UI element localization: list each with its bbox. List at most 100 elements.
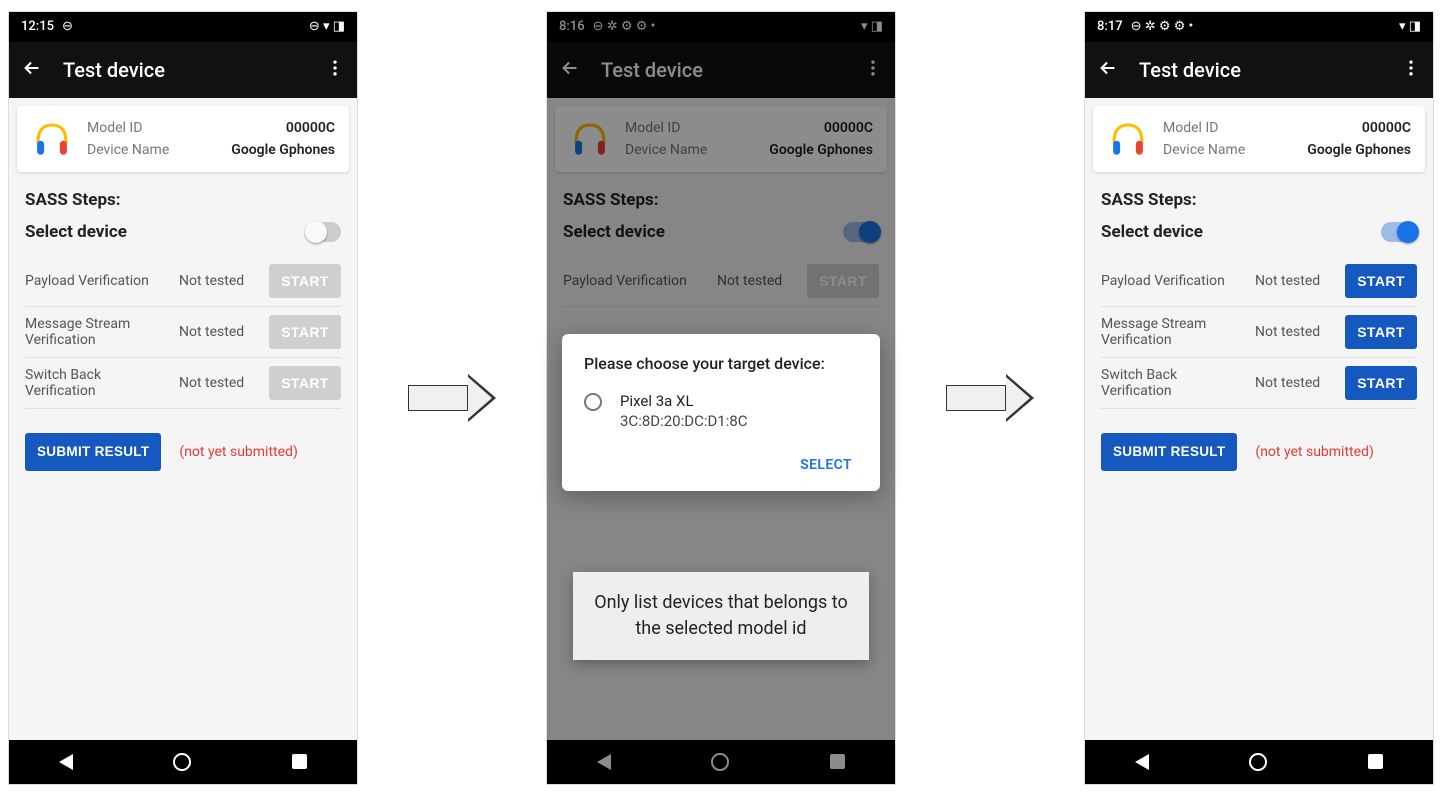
- flow-arrow: [408, 374, 496, 422]
- status-left-icons: ⊖ ✲ ⚙ ⚙ •: [593, 19, 656, 34]
- step-name: Payload Verification: [563, 273, 707, 289]
- more-icon[interactable]: [325, 58, 345, 82]
- app-bar: Test device: [9, 42, 357, 98]
- status-right-icons: ⊖ ▾ ◨: [309, 19, 345, 34]
- model-id-label: Model ID: [625, 120, 680, 136]
- select-device-label: Select device: [1101, 222, 1203, 242]
- step-name: Payload Verification: [25, 273, 169, 289]
- step-row: Message Stream Verification Not tested S…: [25, 307, 341, 358]
- step-status: Not tested: [179, 375, 259, 391]
- page-title: Test device: [1139, 58, 1241, 82]
- step-status: Not tested: [1255, 324, 1335, 340]
- choose-device-dialog: Please choose your target device: Pixel …: [562, 334, 880, 492]
- nav-bar: [9, 740, 357, 784]
- step-row: Switch Back Verification Not tested STAR…: [25, 358, 341, 409]
- back-icon[interactable]: [1097, 57, 1119, 83]
- nav-back-icon[interactable]: [59, 754, 73, 770]
- device-name-label: Device Name: [625, 142, 707, 158]
- more-icon[interactable]: [863, 58, 883, 82]
- device-card[interactable]: Model ID 00000C Device Name Google Gphon…: [555, 106, 887, 172]
- status-right-icons: ▾ ◨: [1399, 19, 1421, 34]
- step-list: Payload Verification Not tested START Me…: [1085, 256, 1433, 409]
- start-button[interactable]: START: [1345, 366, 1417, 400]
- select-device-row: Select device: [547, 218, 895, 256]
- nav-home-icon[interactable]: [173, 753, 191, 771]
- device-name-label: Device Name: [87, 142, 169, 158]
- dialog-title: Please choose your target device:: [584, 354, 858, 373]
- section-title: SASS Steps:: [9, 180, 357, 218]
- model-id-value: 00000C: [286, 120, 335, 136]
- headphones-icon: [569, 118, 611, 160]
- phone-screen-3: 8:17 ⊖ ✲ ⚙ ⚙ • ▾ ◨ Test device Model ID …: [1084, 11, 1434, 785]
- nav-back-icon[interactable]: [1135, 754, 1149, 770]
- step-name: Switch Back Verification: [25, 367, 169, 399]
- status-bar: 8:17 ⊖ ✲ ⚙ ⚙ • ▾ ◨: [1085, 12, 1433, 42]
- nav-recent-icon[interactable]: [830, 754, 845, 769]
- nav-home-icon[interactable]: [1249, 753, 1267, 771]
- select-device-toggle[interactable]: [843, 222, 879, 242]
- back-icon[interactable]: [21, 57, 43, 83]
- app-bar: Test device: [1085, 42, 1433, 98]
- page-title: Test device: [63, 58, 165, 82]
- nav-back-icon[interactable]: [597, 754, 611, 770]
- not-submitted-label: (not yet submitted): [1255, 444, 1373, 460]
- status-bar: 8:16 ⊖ ✲ ⚙ ⚙ • ▾ ◨: [547, 12, 895, 42]
- start-button: START: [269, 315, 341, 349]
- submit-result-button[interactable]: SUBMIT RESULT: [1101, 433, 1237, 471]
- model-id-label: Model ID: [87, 120, 142, 136]
- submit-result-button[interactable]: SUBMIT RESULT: [25, 433, 161, 471]
- submit-row: SUBMIT RESULT (not yet submitted): [9, 409, 357, 495]
- annotation-note: Only list devices that belongs to the se…: [573, 572, 869, 660]
- device-name-label: Device Name: [1163, 142, 1245, 158]
- status-time: 8:16: [559, 19, 585, 34]
- status-left-icons: ⊖: [62, 19, 73, 34]
- status-time: 8:17: [1097, 19, 1123, 34]
- dialog-device-name: Pixel 3a XL: [620, 391, 748, 411]
- select-device-label: Select device: [25, 222, 127, 242]
- phone-screen-1: 12:15 ⊖ ⊖ ▾ ◨ Test device Model ID 00000…: [8, 11, 358, 785]
- step-status: Not tested: [717, 273, 797, 289]
- step-status: Not tested: [179, 273, 259, 289]
- dialog-device-mac: 3C:8D:20:DC:D1:8C: [620, 411, 748, 431]
- select-device-toggle[interactable]: [1381, 222, 1417, 242]
- section-title: SASS Steps:: [1085, 180, 1433, 218]
- device-name-value: Google Gphones: [1307, 142, 1411, 158]
- device-name-value: Google Gphones: [769, 142, 873, 158]
- step-name: Message Stream Verification: [1101, 316, 1245, 348]
- step-row: Payload Verification Not tested START: [563, 256, 879, 307]
- select-device-toggle[interactable]: [305, 222, 341, 242]
- step-name: Switch Back Verification: [1101, 367, 1245, 399]
- step-status: Not tested: [1255, 273, 1335, 289]
- nav-recent-icon[interactable]: [1368, 754, 1383, 769]
- back-icon[interactable]: [559, 57, 581, 83]
- start-button[interactable]: START: [1345, 315, 1417, 349]
- status-time: 12:15: [21, 19, 54, 34]
- flow-arrow: [946, 374, 1034, 422]
- dialog-select-button[interactable]: SELECT: [794, 449, 858, 481]
- radio-icon[interactable]: [584, 393, 602, 411]
- device-card[interactable]: Model ID 00000C Device Name Google Gphon…: [17, 106, 349, 172]
- headphones-icon: [1107, 118, 1149, 160]
- step-list: Payload Verification Not tested START: [547, 256, 895, 307]
- start-button: START: [269, 366, 341, 400]
- nav-home-icon[interactable]: [711, 753, 729, 771]
- start-button[interactable]: START: [1345, 264, 1417, 298]
- select-device-row: Select device: [1085, 218, 1433, 256]
- step-row: Payload Verification Not tested START: [25, 256, 341, 307]
- page-title: Test device: [601, 58, 703, 82]
- status-right-icons: ▾ ◨: [861, 19, 883, 34]
- status-bar: 12:15 ⊖ ⊖ ▾ ◨: [9, 12, 357, 42]
- step-row: Switch Back Verification Not tested STAR…: [1101, 358, 1417, 409]
- select-device-row: Select device: [9, 218, 357, 256]
- start-button: START: [269, 264, 341, 298]
- select-device-label: Select device: [563, 222, 665, 242]
- not-submitted-label: (not yet submitted): [179, 444, 297, 460]
- device-card[interactable]: Model ID 00000C Device Name Google Gphon…: [1093, 106, 1425, 172]
- start-button: START: [807, 264, 879, 298]
- dialog-device-option[interactable]: Pixel 3a XL 3C:8D:20:DC:D1:8C: [584, 391, 858, 432]
- more-icon[interactable]: [1401, 58, 1421, 82]
- step-name: Message Stream Verification: [25, 316, 169, 348]
- nav-bar: [1085, 740, 1433, 784]
- nav-recent-icon[interactable]: [292, 754, 307, 769]
- step-name: Payload Verification: [1101, 273, 1245, 289]
